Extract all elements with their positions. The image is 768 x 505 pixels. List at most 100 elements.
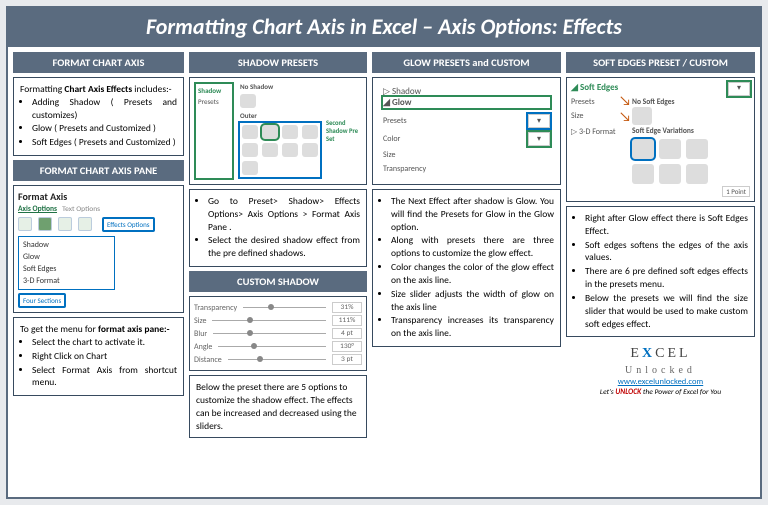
slider-icon — [212, 320, 326, 321]
tab-text-options: Text Options — [62, 205, 100, 214]
slider-icon — [213, 333, 326, 334]
header-format-chart-axis: FORMAT CHART AXIS — [13, 52, 184, 73]
slider-value: 31% — [332, 302, 362, 313]
glow-pane-screenshot: ▷ Shadow ◢ Glow Presets▾ Color▾ Size Tra… — [372, 77, 561, 185]
list-item: Along with presets there are three optio… — [391, 234, 554, 260]
glow-row-label: Transparency — [383, 164, 426, 174]
callout-four-sections: Four Sections — [18, 293, 66, 308]
box-pane-instructions: To get the menu for format axis pane:- S… — [13, 317, 184, 396]
list-item: Color changes the color of the glow effe… — [391, 261, 554, 287]
list-item: Transparency increases its transparency … — [391, 314, 554, 340]
shadow-presets-screenshot: Shadow Presets No Shadow Outer Second — [189, 77, 367, 185]
columns: FORMAT CHART AXIS Formatting Chart Axis … — [8, 47, 760, 497]
soft-edges-screenshot: ◢ Soft Edges Presets Size ▷ 3-D Format ↘… — [566, 77, 755, 202]
glow-row-label: Presets — [383, 116, 407, 126]
box-effects-list: Formatting Chart Axis Effects includes:-… — [13, 77, 184, 156]
arrow-icon: ↘ — [619, 92, 631, 109]
col-glow: GLOW PRESETS and CUSTOM ▷ Shadow ◢ Glow … — [372, 52, 561, 492]
size-props-icon — [58, 217, 72, 231]
list-item: There are 6 pre defined soft edges effec… — [585, 265, 748, 291]
custom-shadow-screenshot: Transparency 31% Size 111% Blur 4 pt Angle 1… — [189, 296, 367, 371]
header-custom-shadow: CUSTOM SHADOW — [189, 271, 367, 292]
label-shadow: Shadow — [392, 86, 421, 97]
list-item: Select the chart to activate it. — [32, 336, 177, 349]
intro-text: Formatting Chart Axis Effects includes:- — [20, 83, 177, 96]
list-item: Select Format Axis from shortcut menu. — [32, 364, 177, 390]
logo-line1: EXCEL — [570, 345, 751, 363]
slider-label: Size — [194, 316, 206, 326]
logo-block: EXCEL Unlocked www.excelunlocked.com Let… — [566, 341, 755, 401]
list-item: Right after Glow effect there is Soft Ed… — [585, 212, 748, 238]
slider-value: 4 pt — [332, 328, 362, 339]
box-soft-edges-text: Right after Glow effect there is Soft Ed… — [566, 206, 755, 337]
label-variations: Soft Edge Variations — [632, 127, 750, 136]
label-no-soft-edges: No Soft Edges — [632, 98, 750, 107]
box-shadow-steps: Go to Preset> Shadow> Effects Options> A… — [189, 189, 367, 267]
list-item: Below the presets we will find the size … — [585, 292, 748, 330]
pane-item: Shadow — [23, 239, 110, 251]
list-item: Size slider adjusts the width of glow on… — [391, 288, 554, 314]
list-item: Soft edges softens the edges of the axis… — [585, 239, 748, 265]
format-axis-pane-screenshot: Format Axis Axis Options Text Options Ef… — [13, 185, 184, 313]
list-item: Select the desired shadow effect from th… — [208, 234, 360, 260]
slider-value: 111% — [332, 315, 362, 326]
slider-icon — [243, 307, 326, 308]
label-shadow: Shadow — [198, 86, 230, 95]
label-glow: Glow — [392, 97, 411, 108]
box-glow-text: The Next Effect after shadow is Glow. Yo… — [372, 189, 561, 347]
header-glow: GLOW PRESETS and CUSTOM — [372, 52, 561, 73]
arrow-icon: ↘ — [619, 108, 631, 125]
slider-label: Blur — [194, 329, 207, 339]
slider-value: 130° — [332, 341, 362, 352]
logo-link[interactable]: www.excelunlocked.com — [618, 377, 703, 387]
box-custom-shadow-text: Below the preset there are 5 options to … — [189, 375, 367, 438]
col-format-chart-axis: FORMAT CHART AXIS Formatting Chart Axis … — [13, 52, 184, 492]
col-shadow: SHADOW PRESETS Shadow Presets No Shadow … — [189, 52, 367, 492]
effects-icon — [38, 217, 52, 231]
slider-label: Angle — [194, 342, 212, 352]
page-title: Formatting Chart Axis in Excel – Axis Op… — [8, 8, 760, 47]
label-soft-edges: Soft Edges — [580, 82, 618, 93]
list-item: Soft Edges ( Presets and Customized ) — [32, 136, 177, 149]
list-item: Adding Shadow ( Presets and customizes) — [32, 96, 177, 122]
label-presets: Presets — [198, 97, 230, 106]
glow-row-label: Color — [383, 134, 400, 144]
tab-axis-options: Axis Options — [18, 205, 57, 214]
color-picker-icon: ▾ — [528, 132, 550, 146]
presets-dropdown-icon: ▾ — [728, 82, 750, 96]
label-size: Size — [571, 111, 626, 121]
intro-text: To get the menu for format axis pane:- — [20, 323, 177, 336]
header-format-axis-pane: FORMAT CHART AXIS PANE — [13, 160, 184, 181]
header-soft-edges: SOFT EDGES PRESET / CUSTOM — [566, 52, 755, 73]
pane-title: Format Axis — [18, 190, 179, 203]
glow-row-label: Size — [383, 150, 395, 160]
col-soft-edges: SOFT EDGES PRESET / CUSTOM ◢ Soft Edges … — [566, 52, 755, 492]
slider-icon — [228, 359, 326, 360]
list-item: The Next Effect after shadow is Glow. Yo… — [391, 195, 554, 233]
header-shadow-presets: SHADOW PRESETS — [189, 52, 367, 73]
logo-tagline: Let's UNLOCK the Power of Excel for You — [570, 388, 751, 398]
callout-effects-options: Effects Options — [102, 217, 155, 232]
fill-icon — [18, 217, 32, 231]
text: Below the preset there are 5 options to … — [196, 381, 357, 431]
label-presets: Presets — [571, 97, 626, 107]
pane-item: Glow — [23, 251, 110, 263]
label-1-point: 1 Point — [722, 186, 750, 197]
slider-label: Transparency — [194, 303, 237, 313]
logo-line2: Unlocked — [570, 364, 751, 377]
slider-label: Distance — [194, 355, 222, 365]
axis-icon — [78, 217, 92, 231]
label-3d-format: 3-D Format — [579, 127, 616, 137]
label-outer: Outer — [240, 111, 320, 120]
label-no-shadow: No Shadow — [240, 82, 320, 91]
pane-item: Soft Edges — [23, 263, 110, 275]
page: Formatting Chart Axis in Excel – Axis Op… — [6, 6, 762, 499]
pane-item: 3-D Format — [23, 275, 110, 287]
slider-value: 3 pt — [332, 354, 362, 365]
list-item: Glow ( Presets and Customized ) — [32, 122, 177, 135]
presets-dropdown-icon: ▾ — [528, 114, 550, 128]
list-item: Right Click on Chart — [32, 350, 177, 363]
callout-second-preset: Second Shadow Pre Set — [326, 119, 362, 143]
slider-icon — [218, 346, 326, 347]
list-item: Go to Preset> Shadow> Effects Options> A… — [208, 195, 360, 233]
